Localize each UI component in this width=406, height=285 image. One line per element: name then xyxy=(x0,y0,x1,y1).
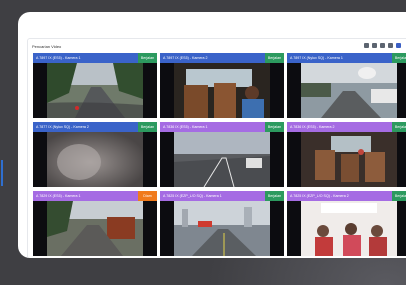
layout-9-icon[interactable] xyxy=(396,43,401,48)
camera-tile[interactable]: A 7825 IX (EZP_L/O SQ) - Kamera 1 Berjala… xyxy=(160,191,284,256)
camera-label: A 7825 IX (EZP_L/O SQ) - Kamera 1 xyxy=(163,194,222,198)
camera-tile[interactable]: A 7836 IX (ES5) - Kamera 1 Berjalan xyxy=(160,122,284,187)
status-badge: Berjalan xyxy=(265,122,284,132)
camera-tile[interactable]: A 7897 IX (ES5) - Kamera 2 Berjalan xyxy=(160,53,284,118)
camera-tile[interactable]: A 7877 IX (Nylux SQ) - Kamera 2 Berjalan xyxy=(33,122,157,187)
status-badge: Diam xyxy=(138,191,157,201)
camera-title-bar: A 7825 IX (EZP_L/O SQ) - Kamera 2 xyxy=(287,191,406,201)
status-badge: Berjalan xyxy=(392,191,406,201)
camera-label: A 7836 IX (ES5) - Kamera 2 xyxy=(290,125,335,129)
layout-8-icon[interactable] xyxy=(388,43,393,48)
status-badge: Berjalan xyxy=(138,53,157,63)
camera-tile[interactable]: A 7836 IX (ES5) - Kamera 2 Berjalan xyxy=(287,122,406,187)
camera-video-feed[interactable] xyxy=(174,63,270,118)
camera-title-bar: A 7897 IX (Nylux SQ) - Kamera 1 xyxy=(287,53,406,63)
layout-4-icon[interactable] xyxy=(372,43,377,48)
video-search-card: Pencarian Video A 7897 IX (ES5) - Kamera… xyxy=(18,12,406,258)
panel-header: Pencarian Video xyxy=(28,39,406,53)
status-badge: Berjalan xyxy=(265,53,284,63)
camera-label: A 7897 IX (ES5) - Kamera 2 xyxy=(163,56,208,60)
camera-label: A 7836 IX (ES5) - Kamera 1 xyxy=(163,125,208,129)
camera-label: A 7829 IX (ES5) - Kamera 1 xyxy=(36,194,81,198)
camera-video-feed[interactable] xyxy=(301,201,397,256)
camera-title-bar: A 7836 IX (ES5) - Kamera 2 xyxy=(287,122,406,132)
page-title: Pencarian Video xyxy=(32,43,62,49)
left-accent-bar xyxy=(1,160,3,186)
camera-video-feed[interactable] xyxy=(301,132,397,187)
status-badge: Berjalan xyxy=(265,191,284,201)
status-badge: Berjalan xyxy=(392,53,406,63)
layout-6-icon[interactable] xyxy=(380,43,385,48)
layout-1-icon[interactable] xyxy=(364,43,369,48)
camera-video-feed[interactable] xyxy=(301,63,397,118)
layout-switcher xyxy=(364,43,401,48)
camera-label: A 7825 IX (EZP_L/O SQ) - Kamera 2 xyxy=(290,194,349,198)
camera-label: A 7897 IX (Nylux SQ) - Kamera 1 xyxy=(290,56,343,60)
camera-video-feed[interactable] xyxy=(47,63,143,118)
video-panel: Pencarian Video A 7897 IX (ES5) - Kamera… xyxy=(27,38,406,258)
camera-video-feed[interactable] xyxy=(47,132,143,187)
camera-label: A 7897 IX (ES5) - Kamera 1 xyxy=(36,56,81,60)
camera-video-feed[interactable] xyxy=(47,201,143,256)
status-badge: Berjalan xyxy=(138,122,157,132)
status-badge: Berjalan xyxy=(392,122,406,132)
camera-video-feed[interactable] xyxy=(174,132,270,187)
camera-tile[interactable]: A 7897 IX (Nylux SQ) - Kamera 1 Berjalan xyxy=(287,53,406,118)
camera-video-feed[interactable] xyxy=(174,201,270,256)
camera-label: A 7877 IX (Nylux SQ) - Kamera 2 xyxy=(36,125,89,129)
camera-tile[interactable]: A 7897 IX (ES5) - Kamera 1 Berjalan xyxy=(33,53,157,118)
camera-tile[interactable]: A 7829 IX (ES5) - Kamera 1 Diam xyxy=(33,191,157,256)
camera-tile[interactable]: A 7825 IX (EZP_L/O SQ) - Kamera 2 Berjala… xyxy=(287,191,406,256)
